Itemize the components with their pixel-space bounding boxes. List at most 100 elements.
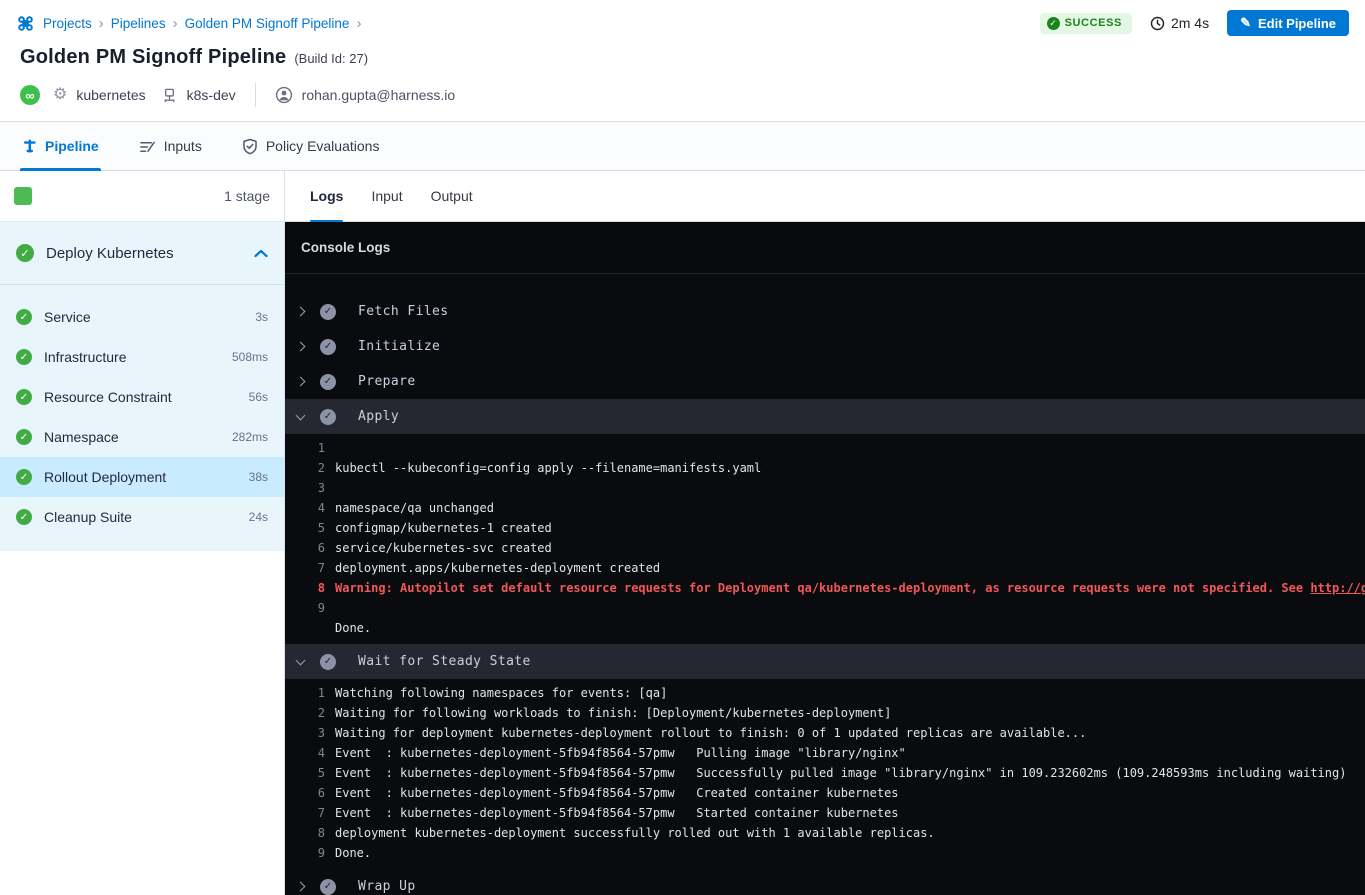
stage-count: 1 stage <box>224 188 270 204</box>
success-check-icon: ✓ <box>16 469 32 485</box>
stage-panel: ✓ Deploy Kubernetes ✓ Service 3s ✓ Infra… <box>0 222 284 551</box>
chevron-down-icon <box>296 410 306 420</box>
log-section-wait-for-steady-state[interactable]: ✓ Wait for Steady State <box>285 644 1365 679</box>
step-namespace[interactable]: ✓ Namespace 282ms <box>0 417 284 457</box>
infrastructure-icon <box>161 87 178 104</box>
log-section-apply[interactable]: ✓ Apply <box>285 399 1365 434</box>
success-check-icon: ✓ <box>16 429 32 445</box>
page: Projects › Pipelines › Golden PM Signoff… <box>0 0 1365 895</box>
chevron-right-icon <box>296 342 306 352</box>
breadcrumb-pipeline-name[interactable]: Golden PM Signoff Pipeline <box>185 16 350 31</box>
log-line: 2Waiting for following workloads to fini… <box>285 703 1365 723</box>
edit-pipeline-button[interactable]: ✎ Edit Pipeline <box>1227 10 1349 36</box>
triggered-by-user: rohan.gupta@harness.io <box>302 87 456 103</box>
log-line-warning: 8Warning: Autopilot set default resource… <box>285 578 1365 598</box>
tab-output[interactable]: Output <box>431 171 473 221</box>
harness-logo-icon[interactable] <box>16 14 35 33</box>
step-service[interactable]: ✓ Service 3s <box>0 297 284 337</box>
inputs-icon <box>139 138 156 154</box>
check-icon: ✓ <box>320 879 336 895</box>
log-line: 5configmap/kubernetes-1 created <box>285 518 1365 538</box>
divider <box>0 284 284 285</box>
breadcrumb-projects[interactable]: Projects <box>43 16 92 31</box>
duration-text: 2m 4s <box>1171 15 1209 31</box>
tab-input[interactable]: Input <box>371 171 402 221</box>
chevron-right-icon <box>296 307 306 317</box>
log-section-prepare[interactable]: ✓ Prepare <box>285 364 1365 399</box>
main-tab-bar: Pipeline Inputs Policy Evaluations <box>0 121 1365 171</box>
step-duration: 24s <box>249 510 268 524</box>
clock-icon <box>1150 16 1165 31</box>
log-line: 7deployment.apps/kubernetes-deployment c… <box>285 558 1365 578</box>
stage-name: Deploy Kubernetes <box>46 245 174 262</box>
step-rollout-deployment[interactable]: ✓ Rollout Deployment 38s <box>0 457 284 497</box>
check-icon: ✓ <box>320 654 336 670</box>
step-duration: 56s <box>249 390 268 404</box>
duration: 2m 4s <box>1150 15 1209 31</box>
log-section-initialize[interactable]: ✓ Initialize <box>285 329 1365 364</box>
pipeline-icon <box>22 138 37 154</box>
log-line: 3Waiting for deployment kubernetes-deplo… <box>285 723 1365 743</box>
log-line: 1Watching following namespaces for event… <box>285 683 1365 703</box>
step-cleanup-suite[interactable]: ✓ Cleanup Suite 24s <box>0 497 284 537</box>
log-line: 4Event : kubernetes-deployment-5fb94f856… <box>285 743 1365 763</box>
step-infrastructure[interactable]: ✓ Infrastructure 508ms <box>0 337 284 377</box>
tab-logs[interactable]: Logs <box>310 171 343 221</box>
log-line: 7Event : kubernetes-deployment-5fb94f856… <box>285 803 1365 823</box>
divider <box>255 83 256 107</box>
check-icon: ✓ <box>320 374 336 390</box>
chevron-down-icon <box>296 655 306 665</box>
success-check-icon: ✓ <box>16 349 32 365</box>
cd-module-icon: ∞ <box>20 85 40 105</box>
step-duration: 282ms <box>232 430 268 444</box>
check-icon: ✓ <box>1047 17 1060 30</box>
chevron-right-icon <box>296 377 306 387</box>
pencil-icon: ✎ <box>1240 15 1251 31</box>
console-logs-header: Console Logs <box>285 222 1365 274</box>
execution-sidebar: 1 stage ✓ Deploy Kubernetes ✓ Service 3s <box>0 171 285 895</box>
stage-status-square <box>14 187 32 205</box>
shield-check-icon <box>242 138 258 155</box>
log-line: 6Event : kubernetes-deployment-5fb94f856… <box>285 783 1365 803</box>
log-line: 2kubectl --kubeconfig=config apply --fil… <box>285 458 1365 478</box>
service-name: kubernetes <box>76 87 145 103</box>
environment-name: k8s-dev <box>187 87 236 103</box>
chevron-right-icon <box>296 882 306 892</box>
step-details-panel: Logs Input Output Console Logs ✓ Fetch F… <box>285 171 1365 895</box>
log-line: 1 <box>285 438 1365 458</box>
log-line: Done. <box>285 618 1365 638</box>
gear-icon: ⚙ <box>53 87 67 103</box>
log-line: 9 <box>285 598 1365 618</box>
build-id: (Build Id: 27) <box>294 51 368 66</box>
log-section-wrap-up[interactable]: ✓ Wrap Up <box>285 869 1365 895</box>
success-check-icon: ✓ <box>16 389 32 405</box>
log-line: 5Event : kubernetes-deployment-5fb94f856… <box>285 763 1365 783</box>
status-badge: ✓ SUCCESS <box>1040 13 1132 34</box>
avatar-icon <box>275 86 293 104</box>
page-header: Projects › Pipelines › Golden PM Signoff… <box>0 0 1365 121</box>
check-icon: ✓ <box>320 304 336 320</box>
warning-link[interactable]: http://g <box>1310 581 1365 595</box>
check-icon: ✓ <box>320 409 336 425</box>
tab-pipeline[interactable]: Pipeline <box>20 122 101 170</box>
stage-header-deploy-kubernetes[interactable]: ✓ Deploy Kubernetes <box>0 222 284 284</box>
breadcrumb-separator: › <box>99 16 104 31</box>
console-log-area[interactable]: ✓ Fetch Files ✓ Initialize ✓ Prepare ✓ A <box>285 274 1365 895</box>
apply-log-block: 1 2kubectl --kubeconfig=config apply --f… <box>285 434 1365 644</box>
log-line: 6service/kubernetes-svc created <box>285 538 1365 558</box>
step-duration: 38s <box>249 470 268 484</box>
success-check-icon: ✓ <box>16 309 32 325</box>
log-section-fetch-files[interactable]: ✓ Fetch Files <box>285 294 1365 329</box>
breadcrumb-pipelines[interactable]: Pipelines <box>111 16 166 31</box>
step-duration: 3s <box>255 310 268 324</box>
log-line: 4namespace/qa unchanged <box>285 498 1365 518</box>
log-tab-bar: Logs Input Output <box>285 171 1365 222</box>
breadcrumb-separator: › <box>173 16 178 31</box>
step-resource-constraint[interactable]: ✓ Resource Constraint 56s <box>0 377 284 417</box>
tab-policy-evaluations[interactable]: Policy Evaluations <box>240 122 382 170</box>
log-line: 3 <box>285 478 1365 498</box>
page-title: Golden PM Signoff Pipeline <box>20 46 286 69</box>
log-line: 9Done. <box>285 843 1365 863</box>
log-line: 8deployment kubernetes-deployment succes… <box>285 823 1365 843</box>
tab-inputs[interactable]: Inputs <box>137 122 204 170</box>
